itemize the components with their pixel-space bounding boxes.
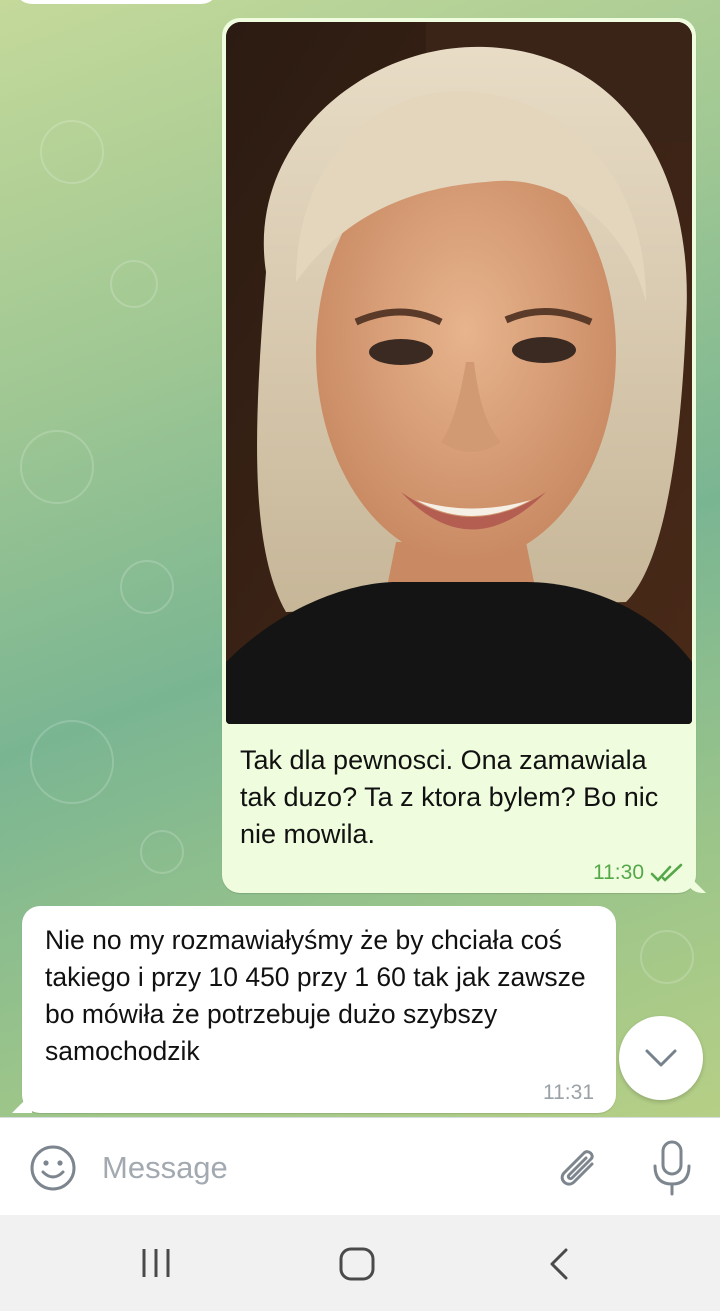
message-input[interactable] [100, 1142, 534, 1194]
recents-icon[interactable] [136, 1245, 176, 1281]
home-icon[interactable] [336, 1245, 378, 1283]
previous-message-bubble[interactable] [14, 0, 219, 4]
back-icon[interactable] [544, 1245, 574, 1283]
incoming-message[interactable]: Nie no my rozmawiałyśmy że by chciała co… [12, 906, 616, 1113]
bubble-tail [686, 873, 706, 893]
outgoing-message[interactable]: Tak dla pewnosci. Ona zamawiala tak duzo… [222, 18, 706, 893]
outgoing-message-meta: 11:30 [593, 861, 684, 885]
outgoing-message-text: Tak dla pewnosci. Ona zamawiala tak duzo… [240, 745, 659, 849]
system-navigation-bar [0, 1215, 720, 1311]
message-time: 11:31 [543, 1081, 594, 1104]
portrait-photo [226, 22, 692, 724]
chat-background: Tak dla pewnosci. Ona zamawiala tak duzo… [0, 0, 720, 1117]
message-input-bar [0, 1117, 720, 1216]
chevron-down-icon [645, 1049, 677, 1067]
scroll-down-button[interactable] [619, 1016, 703, 1100]
smile-icon[interactable] [28, 1143, 78, 1193]
microphone-icon[interactable] [648, 1138, 696, 1198]
paperclip-icon[interactable] [552, 1140, 604, 1196]
double-check-icon [650, 863, 683, 882]
incoming-message-text: Nie no my rozmawiałyśmy że by chciała co… [45, 925, 586, 1066]
message-time: 11:30 [593, 861, 644, 884]
message-photo[interactable] [226, 22, 692, 724]
bubble-tail [12, 1093, 32, 1113]
